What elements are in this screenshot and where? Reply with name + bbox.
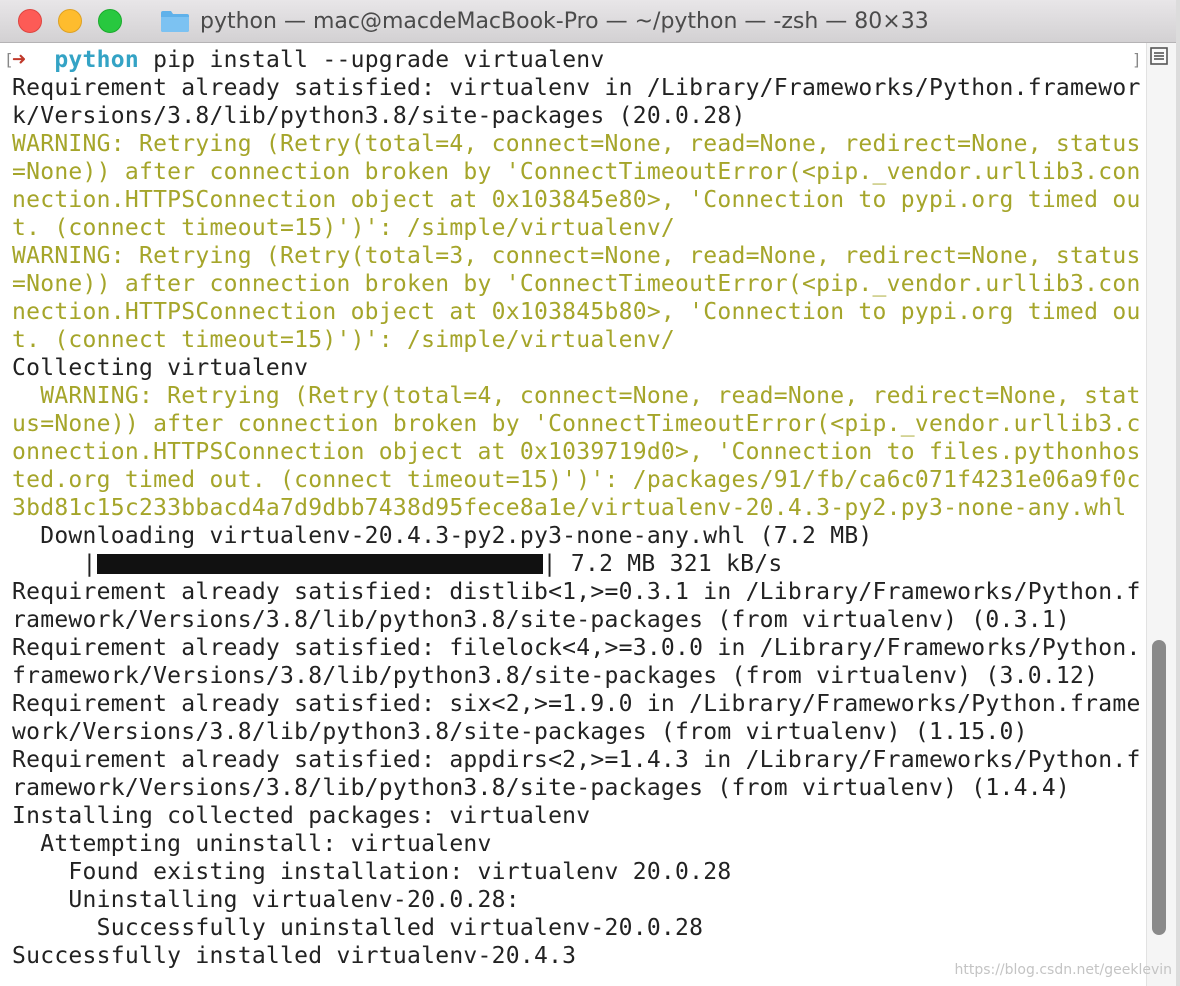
output-line: Requirement already satisfied: appdirs<2…: [12, 747, 1141, 773]
output-line: Requirement already satisfied: distlib<1…: [12, 579, 1141, 605]
output-line: Successfully uninstalled virtualenv-20.0…: [12, 915, 704, 941]
warning-line: ted.org timed out. (connect timeout=15)'…: [12, 467, 1141, 493]
warning-line: t. (connect timeout=15)')': /simple/virt…: [12, 215, 676, 241]
warning-line: WARNING: Retrying (Retry(total=3, connec…: [12, 243, 1141, 269]
warning-line: =None)) after connection broken by 'Conn…: [12, 159, 1141, 185]
scrollbar-thumb[interactable]: [1152, 640, 1166, 935]
watermark: https://blog.csdn.net/geeklevin: [954, 962, 1172, 978]
warning-line: onnection.HTTPSConnection object at 0x10…: [12, 439, 1141, 465]
output-line: Found existing installation: virtualenv …: [12, 859, 732, 885]
mark-bracket-left: [: [4, 50, 14, 69]
prompt-command: pip install --upgrade virtualenv: [138, 47, 605, 73]
output-line: Downloading virtualenv-20.4.3-py2.py3-no…: [12, 523, 873, 549]
prompt-directory: python: [54, 47, 139, 73]
folder-icon: [161, 11, 189, 32]
prompt-line: ➜ python pip install --upgrade virtualen…: [12, 46, 1141, 74]
background-window-edge: [1176, 0, 1180, 986]
output-line: Requirement already satisfied: six<2,>=1…: [12, 691, 1141, 717]
output-line: framework/Versions/3.8/lib/python3.8/sit…: [12, 663, 1099, 689]
progress-stats: | 7.2 MB 321 kB/s: [542, 551, 783, 577]
window-title: python — mac@macdeMacBook-Pro — ~/python…: [200, 8, 929, 34]
output-line: Attempting uninstall: virtualenv: [12, 831, 492, 857]
warning-line: 3bd81c15c233bbacd4a7d9dbb7438d95fece8a1e…: [12, 495, 1127, 521]
close-button[interactable]: [18, 9, 42, 33]
warning-line: =None)) after connection broken by 'Conn…: [12, 271, 1141, 297]
warning-line: us=None)) after connection broken by 'Co…: [12, 411, 1141, 437]
warning-line: nection.HTTPSConnection object at 0x1038…: [12, 187, 1141, 213]
progress-line: | | 7.2 MB 321 kB/s: [12, 550, 1141, 578]
output-line: Requirement already satisfied: virtualen…: [12, 75, 1141, 101]
terminal-output[interactable]: ➜ python pip install --upgrade virtualen…: [0, 43, 1146, 986]
minimize-button[interactable]: [58, 9, 82, 33]
progress-left-edge: |: [12, 551, 97, 577]
terminal-window: python — mac@macdeMacBook-Pro — ~/python…: [0, 0, 1177, 986]
warning-line: nection.HTTPSConnection object at 0x1038…: [12, 299, 1141, 325]
window-title-group: python — mac@macdeMacBook-Pro — ~/python…: [160, 0, 929, 42]
output-line: Collecting virtualenv: [12, 355, 309, 381]
output-line: ramework/Versions/3.8/lib/python3.8/site…: [12, 607, 1071, 633]
output-line: k/Versions/3.8/lib/python3.8/site-packag…: [12, 103, 746, 129]
output-line: Uninstalling virtualenv-20.0.28:: [12, 887, 520, 913]
warning-line: WARNING: Retrying (Retry(total=4, connec…: [12, 383, 1141, 409]
warning-line: WARNING: Retrying (Retry(total=4, connec…: [12, 131, 1141, 157]
warning-line: t. (connect timeout=15)')': /simple/virt…: [12, 327, 676, 353]
split-pane-icon[interactable]: [1149, 46, 1169, 66]
progress-bar: [96, 554, 543, 574]
output-line: Installing collected packages: virtualen…: [12, 803, 591, 829]
zoom-button[interactable]: [98, 9, 122, 33]
output-lines: ➜ python pip install --upgrade virtualen…: [12, 46, 1141, 970]
output-line: Requirement already satisfied: filelock<…: [12, 635, 1141, 661]
output-line: work/Versions/3.8/lib/python3.8/site-pac…: [12, 719, 1028, 745]
title-bar[interactable]: python — mac@macdeMacBook-Pro — ~/python…: [0, 0, 1176, 43]
prompt-arrow-icon: ➜: [12, 47, 27, 73]
output-line: ramework/Versions/3.8/lib/python3.8/site…: [12, 775, 1071, 801]
mark-bracket-right: ]: [1132, 50, 1142, 69]
